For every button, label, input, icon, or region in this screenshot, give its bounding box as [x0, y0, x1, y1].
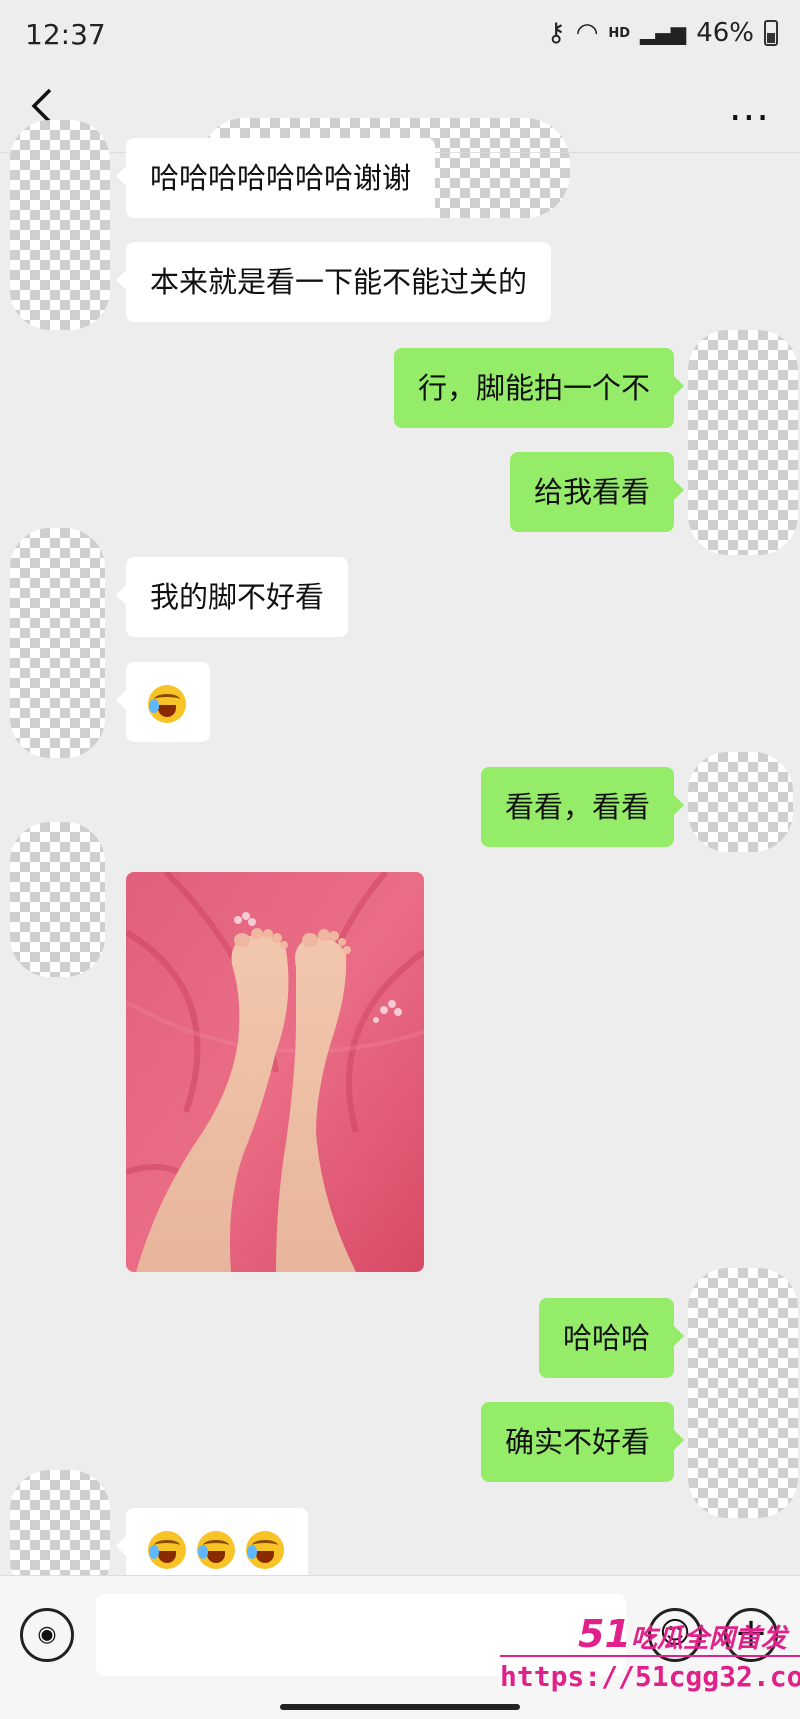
avatar[interactable] [688, 330, 798, 555]
battery-percent: 46% [696, 18, 754, 48]
watermark-logo: 51吃瓜全网首发 [578, 1612, 787, 1656]
message-bubble-outgoing[interactable]: 哈哈哈 [538, 1298, 685, 1378]
watermark-underline [500, 1655, 800, 1657]
wifi-icon: ◠ [575, 18, 599, 48]
voice-button[interactable]: ◉ [20, 1608, 74, 1662]
message-bubble-incoming[interactable]: 本来就是看一下能不能过关的 [115, 242, 552, 322]
key-icon: ⚷ [546, 18, 566, 48]
avatar[interactable] [10, 822, 105, 977]
watermark-url: https://51cgg32.com [500, 1660, 800, 1693]
avatar[interactable] [688, 1268, 798, 1518]
laughing-crying-emoji-icon [148, 685, 186, 723]
message-bubble-incoming[interactable]: 哈哈哈哈哈哈哈谢谢 [115, 138, 436, 218]
message-bubble-outgoing[interactable]: 确实不好看 [480, 1402, 685, 1482]
voice-icon: ◉ [37, 1622, 57, 1647]
status-icons: ⚷ ◠ HD ▂▄▆ 46% [547, 18, 778, 48]
message-bubble-outgoing[interactable]: 行，脚能拍一个不 [393, 348, 685, 428]
feet-photo [126, 872, 424, 1272]
status-bar: 12:37 ⚷ ◠ HD ▂▄▆ 46% [0, 0, 800, 72]
laughing-crying-emoji-icon [246, 1531, 285, 1569]
watermark-number: 51 [578, 1612, 631, 1656]
laughing-crying-emoji-icon [148, 1531, 186, 1569]
avatar[interactable] [688, 752, 793, 852]
signal-icon: ▂▄▆ [640, 21, 687, 45]
watermark-text: 吃瓜全网首发 [630, 1624, 787, 1654]
status-time: 12:37 [25, 18, 106, 51]
message-bubble-outgoing[interactable]: 看看，看看 [480, 767, 685, 847]
home-indicator[interactable] [280, 1704, 520, 1710]
laughing-crying-emoji-icon [197, 1531, 236, 1569]
message-bubble-outgoing[interactable]: 给我看看 [509, 452, 685, 532]
message-bubble-incoming[interactable]: 我的脚不好看 [115, 557, 349, 637]
more-button[interactable]: ... [729, 84, 770, 130]
network-type: HD [608, 25, 631, 41]
photo-message[interactable] [126, 872, 424, 1272]
emoji-bubble-incoming[interactable] [116, 662, 210, 742]
battery-icon [764, 20, 778, 46]
avatar[interactable] [10, 528, 105, 758]
more-horizontal-icon: ... [728, 84, 770, 130]
avatar[interactable] [10, 120, 110, 330]
